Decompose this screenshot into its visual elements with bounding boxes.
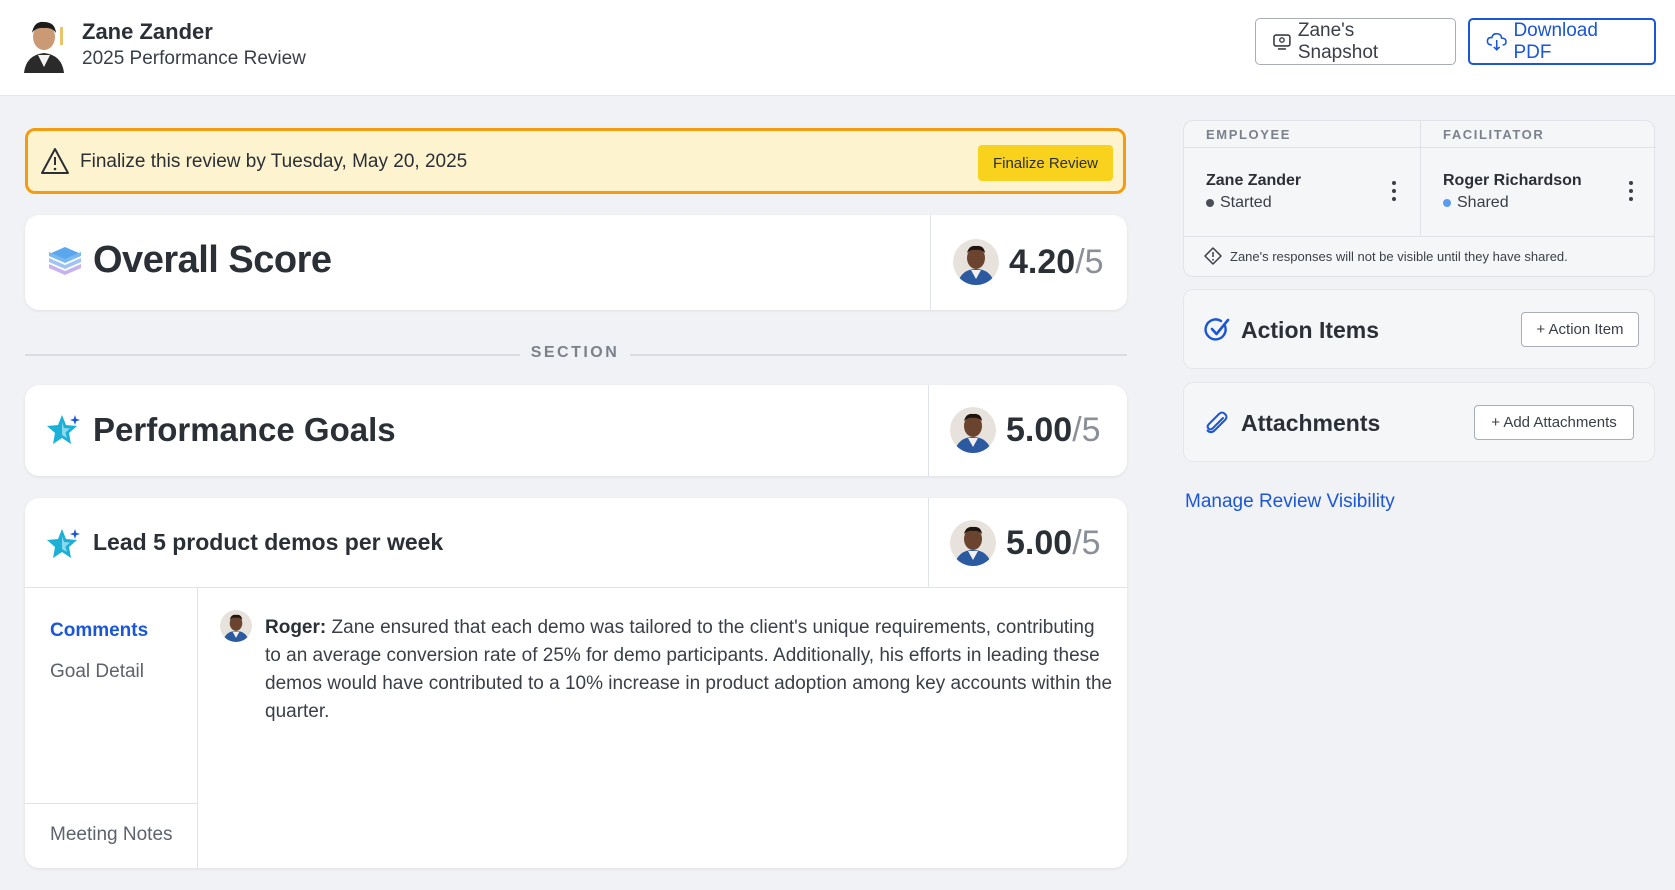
facilitator-avatar [950,520,996,566]
facilitator-participant-name: Roger Richardson [1443,172,1582,189]
cloud-download-icon [1486,32,1507,51]
goal-item-card: Lead 5 product demos per week 5.00 /5 Co… [25,498,1127,868]
more-options-icon[interactable] [1384,179,1404,203]
score-divider [928,385,929,476]
attachments-card: Attachments + Add Attachments [1183,382,1655,462]
review-title: 2025 Performance Review [82,48,306,69]
tab-comments[interactable]: Comments [50,620,148,642]
goal-item-divider [25,587,1127,588]
employee-participant-name: Zane Zander [1206,172,1302,189]
performance-goals-score-max: /5 [1072,410,1101,449]
snapshot-button[interactable]: Zane's Snapshot [1255,18,1456,65]
participants-panel: EMPLOYEE Zane Zander Started FACILITATOR… [1183,120,1656,277]
section-label: SECTION [520,344,630,362]
overall-score: 4.20 /5 [953,239,1104,285]
action-items-card: Action Items + Action Item [1183,289,1655,369]
sparkle-star-icon [47,529,80,558]
score-divider [930,215,931,310]
finalize-banner: Finalize this review by Tuesday, May 20,… [25,128,1126,194]
employee-heading: EMPLOYEE [1206,127,1292,142]
download-pdf-label: Download PDF [1513,19,1598,63]
alert-diamond-icon [1204,247,1222,265]
snapshot-icon [1273,33,1291,50]
goal-item-score: 5.00 /5 [950,520,1101,566]
overall-score-title: Overall Score [93,239,332,281]
employee-column: EMPLOYEE Zane Zander Started [1184,121,1420,236]
comment-text: Zane ensured that each demo was tailored… [265,617,1113,722]
check-circle-icon [1204,318,1230,341]
attachments-title: Attachments [1241,410,1381,436]
employee-status: Started [1206,194,1272,212]
manage-review-visibility-link[interactable]: Manage Review Visibility [1185,491,1395,513]
commenter-avatar [220,610,252,642]
facilitator-avatar [950,407,996,453]
facilitator-heading: FACILITATOR [1443,127,1545,142]
layers-icon [49,247,81,275]
goal-item-title: Lead 5 product demos per week [93,529,444,555]
add-action-item-button[interactable]: + Action Item [1521,312,1639,347]
tab-goal-detail[interactable]: Goal Detail [50,661,144,683]
performance-goals-score-value: 5.00 [1006,410,1073,449]
facilitator-status: Shared [1443,194,1509,212]
visibility-notice-text: Zane's responses will not be visible unt… [1230,248,1568,264]
performance-goals-title: Performance Goals [93,411,396,448]
paperclip-icon [1206,411,1228,434]
add-attachments-button[interactable]: + Add Attachments [1474,405,1634,440]
overall-score-card: Overall Score 4.20 /5 [25,215,1127,310]
facilitator-avatar [953,239,999,285]
page-header: Zane Zander 2025 Performance Review Zane… [0,0,1675,96]
visibility-notice: Zane's responses will not be visible unt… [1204,247,1568,265]
performance-goals-score: 5.00 /5 [950,407,1101,453]
tab-divider [25,803,197,804]
status-dot [1206,199,1214,207]
more-options-icon[interactable] [1621,179,1641,203]
sparkle-star-icon [47,415,80,444]
action-items-title: Action Items [1241,317,1380,343]
finalize-review-button[interactable]: Finalize Review [978,145,1113,181]
employee-status-label: Started [1220,194,1272,211]
heading-divider [1421,147,1656,148]
snapshot-label: Zane's Snapshot [1297,19,1379,63]
download-pdf-button[interactable]: Download PDF [1468,18,1656,65]
status-dot [1443,199,1451,207]
goal-item-score-value: 5.00 [1006,523,1073,562]
tab-meeting-notes[interactable]: Meeting Notes [50,824,173,846]
overall-score-max: /5 [1075,242,1104,281]
overall-score-value: 4.20 [1009,242,1076,281]
comment-author: Roger: [265,617,327,638]
participants-divider [1184,236,1654,237]
employee-name: Zane Zander [82,19,213,44]
goal-item-score-max: /5 [1072,523,1101,562]
facilitator-status-label: Shared [1457,194,1509,211]
performance-goals-card: Performance Goals 5.00 /5 [25,385,1127,476]
comment-body: Roger: Zane ensured that each demo was t… [265,614,1115,726]
score-divider [928,498,929,587]
goal-tabs-divider [197,588,198,868]
finalize-banner-text: Finalize this review by Tuesday, May 20,… [80,151,468,172]
heading-divider [1184,147,1420,148]
employee-avatar [22,17,66,73]
facilitator-column: FACILITATOR Roger Richardson Shared [1420,121,1656,236]
warning-icon [41,148,69,174]
